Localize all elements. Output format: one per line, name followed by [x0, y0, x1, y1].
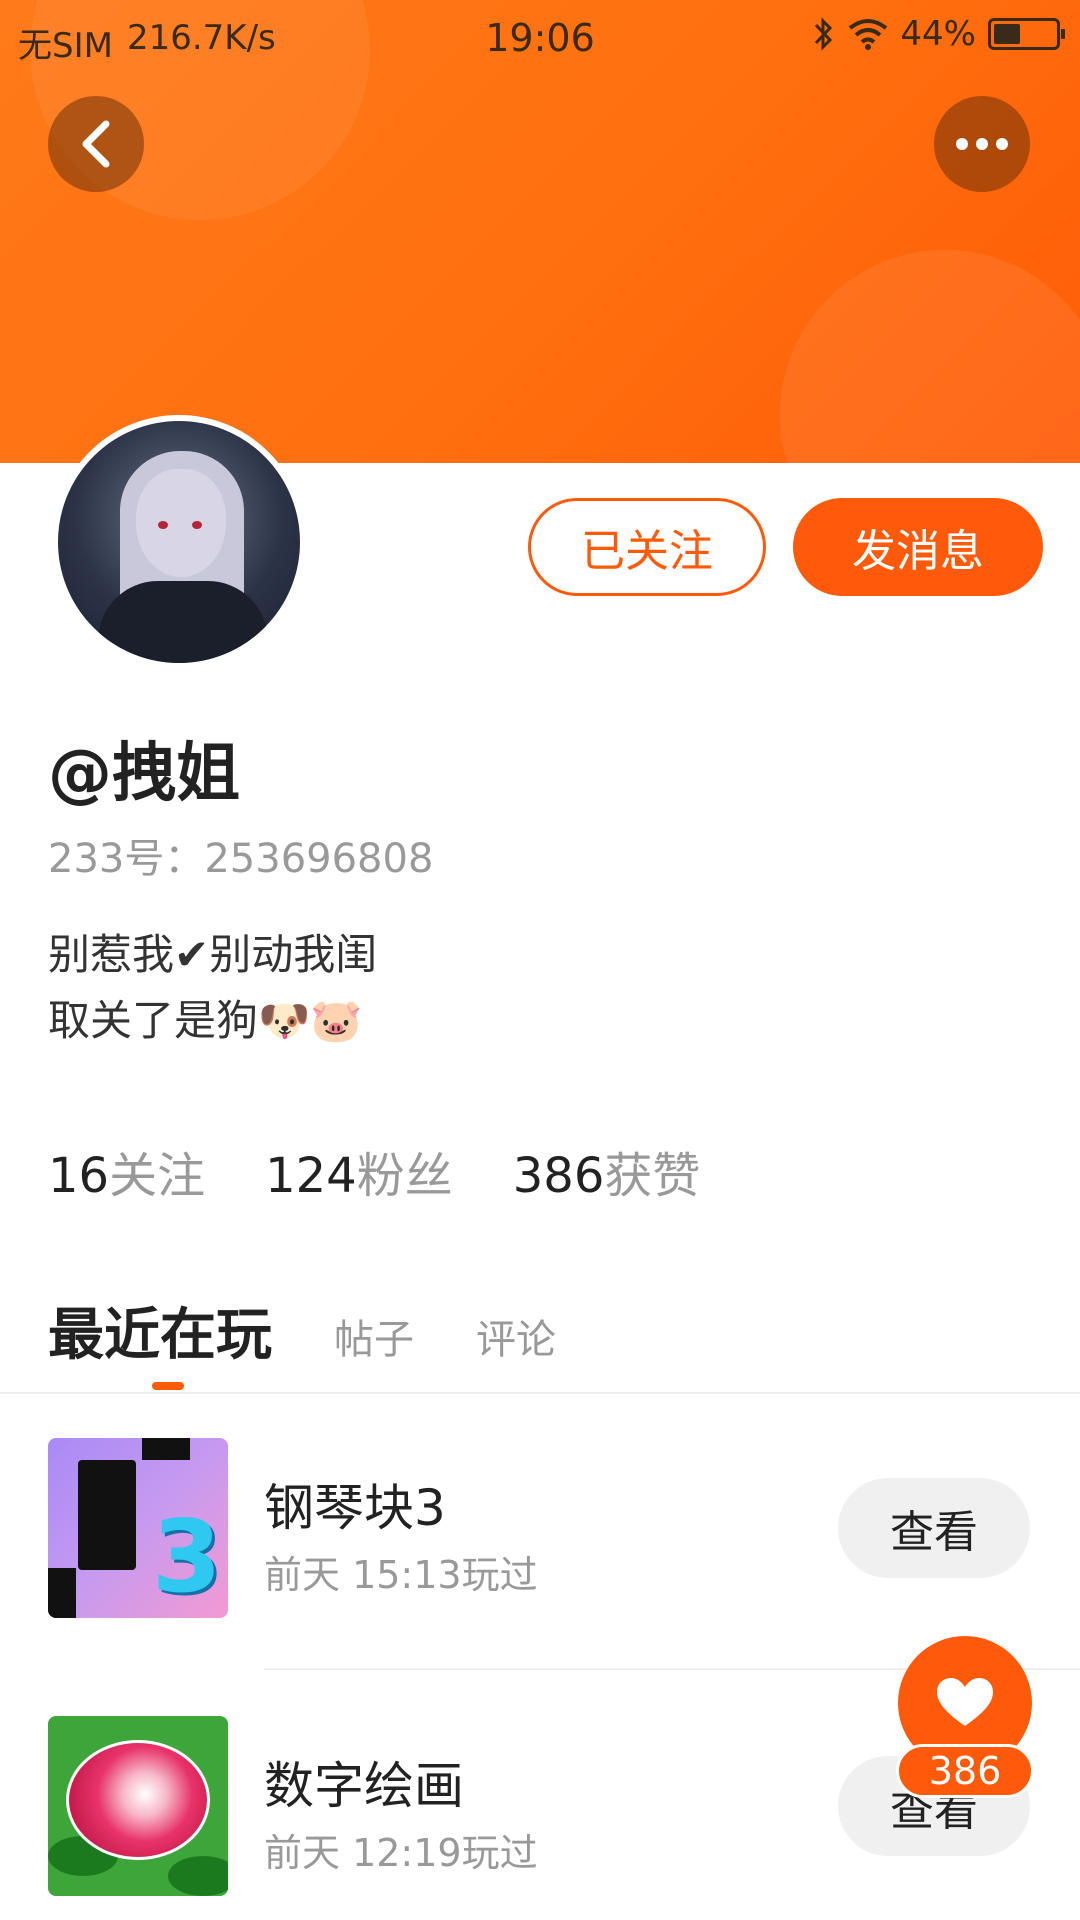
active-tab-indicator — [152, 1382, 184, 1390]
battery-percent: 44% — [900, 14, 976, 54]
stats-row: 16关注 124粉丝 386获赞 — [48, 1136, 700, 1206]
stat-value: 16 — [48, 1148, 110, 1204]
like-count-badge: 386 — [896, 1744, 1034, 1798]
chevron-left-icon — [82, 120, 110, 168]
user-id: 233号：253696808 — [48, 836, 434, 882]
back-button[interactable] — [48, 96, 144, 192]
view-button[interactable]: 查看 — [838, 1478, 1030, 1578]
game-title: 钢琴块3 — [264, 1479, 446, 1537]
tab-recently-played[interactable]: 最近在玩 — [48, 1290, 272, 1371]
piano-tiles-logo-number: 3 — [152, 1498, 222, 1615]
status-bar: 无SIM 216.7K/s 19:06 44% — [0, 0, 1080, 76]
rose-painting-icon — [48, 1716, 228, 1896]
stat-likes[interactable]: 386获赞 — [513, 1136, 701, 1206]
followed-button[interactable]: 已关注 — [528, 498, 766, 596]
stat-label: 获赞 — [604, 1148, 701, 1204]
tab-posts[interactable]: 帖子 — [334, 1307, 414, 1371]
more-button[interactable] — [934, 96, 1030, 192]
last-played: 前天 12:19玩过 — [264, 1831, 538, 1875]
stat-following[interactable]: 16关注 — [48, 1136, 205, 1206]
stat-followers[interactable]: 124粉丝 — [265, 1136, 453, 1206]
username: @拽姐 — [48, 737, 240, 811]
heart-icon — [937, 1678, 993, 1726]
bluetooth-icon — [815, 17, 833, 51]
battery-icon — [988, 18, 1065, 50]
divider — [0, 1392, 1080, 1394]
avatar[interactable] — [52, 415, 306, 669]
send-message-button[interactable]: 发消息 — [793, 498, 1043, 596]
bio-line-2: 取关了是狗🐶🐷 — [48, 996, 363, 1045]
bio: 别惹我✔别动我闺 取关了是狗🐶🐷 — [48, 922, 377, 1054]
profile-tabs: 最近在玩 帖子 评论 — [48, 1290, 556, 1371]
bio-line-1: 别惹我✔别动我闺 — [48, 930, 378, 979]
piano-tiles-icon: 3 — [48, 1438, 228, 1618]
more-dots-icon — [956, 138, 1008, 150]
stat-label: 关注 — [109, 1148, 206, 1204]
banner-decoration — [780, 250, 1080, 463]
last-played: 前天 15:13玩过 — [264, 1553, 538, 1597]
list-item[interactable]: 3 钢琴块3 前天 15:13玩过 查看 — [0, 1438, 1080, 1618]
game-title: 数字绘画 — [264, 1757, 464, 1815]
stat-label: 粉丝 — [356, 1148, 453, 1204]
tab-comments[interactable]: 评论 — [476, 1307, 556, 1371]
status-right: 44% — [810, 14, 1065, 54]
stat-value: 386 — [512, 1148, 605, 1204]
wifi-icon — [849, 19, 888, 50]
stat-value: 124 — [265, 1148, 357, 1204]
